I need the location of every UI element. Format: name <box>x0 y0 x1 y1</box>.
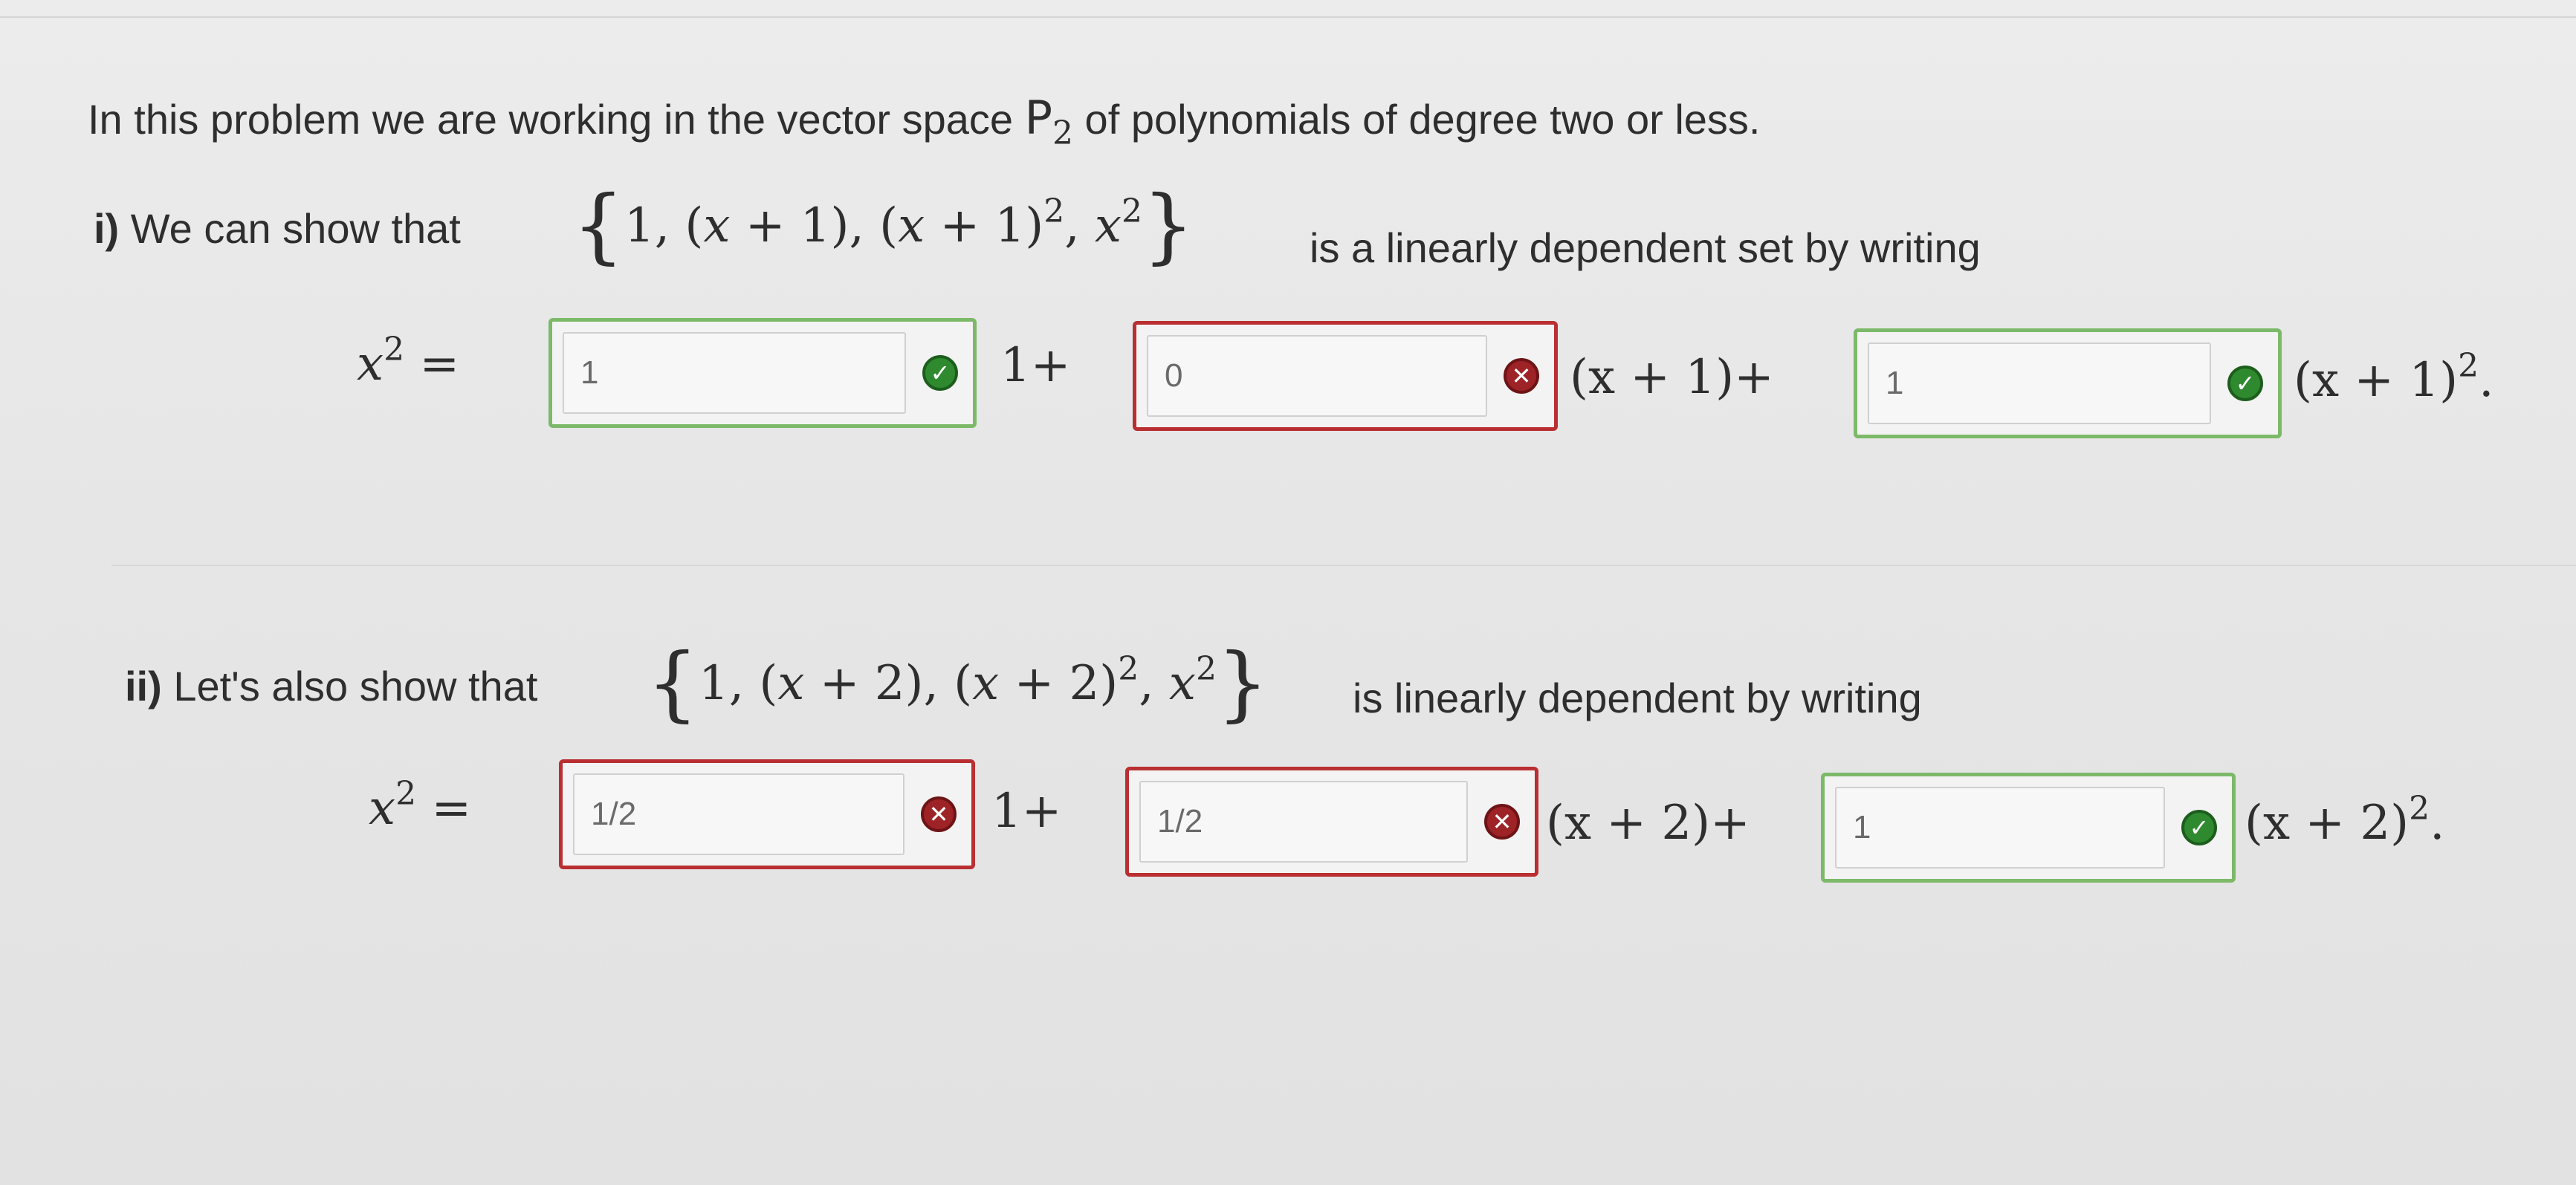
set-elem-text: + 2) <box>999 656 1119 711</box>
part1-set: {1, (x + 1), (x + 1)2, x2} <box>572 184 1194 266</box>
set-elem-text: + 1) <box>925 198 1044 253</box>
section-divider <box>111 565 2576 566</box>
var-x: x <box>703 198 731 253</box>
check-icon: ✓ <box>2181 810 2217 845</box>
part1-lhs: x2 = <box>357 334 459 389</box>
part2-statement: ii) Let's also show that <box>125 666 537 707</box>
part1-coef3-field[interactable]: 1 ✓ <box>1854 328 2282 438</box>
part1-statement: i) We can show that <box>94 208 461 250</box>
term-text: (x + 1) <box>2294 353 2459 408</box>
x-icon: ✕ <box>921 796 957 832</box>
var-x: x <box>1094 198 1122 253</box>
period: . <box>2430 796 2445 851</box>
space-subscript: 2 <box>1052 114 1073 152</box>
part2-set: {1, (x + 2), (x + 2)2, x2} <box>647 642 1269 724</box>
var-x: x <box>777 656 805 711</box>
intro-prefix: In this problem we are working in the ve… <box>88 96 1025 143</box>
part1-coef2-input[interactable]: 0 <box>1147 335 1487 417</box>
part1-coef1-field[interactable]: 1 ✓ <box>548 318 977 428</box>
lhs-var: x <box>357 337 384 392</box>
top-rule <box>0 16 2576 18</box>
intro-suffix: of polynomials of degree two or less. <box>1073 96 1761 143</box>
space-symbol: P2 <box>1024 91 1073 150</box>
lhs-exponent: 2 <box>384 331 405 369</box>
part2-term2: (x + 2)+ <box>1546 796 1750 851</box>
part2-coef1-input[interactable]: 1/2 <box>573 773 904 855</box>
equals-sign: = <box>419 337 460 392</box>
part1-coef3-input[interactable]: 1 <box>1868 342 2211 424</box>
part2-text-before: Let's also show that <box>161 663 538 710</box>
var-x: x <box>972 656 1000 711</box>
part2-lhs: x2 = <box>369 778 471 833</box>
part2-text-after: is linearly dependent by writing <box>1353 675 1922 721</box>
period: . <box>2479 353 2494 408</box>
part1-term1: 1+ <box>1000 338 1071 393</box>
part1-text-before: We can show that <box>119 205 461 252</box>
exponent: 2 <box>2409 790 2430 828</box>
lhs-var: x <box>369 781 396 836</box>
part2-label: ii) <box>125 663 162 710</box>
part2-term1: 1+ <box>991 784 1062 839</box>
exponent: 2 <box>2458 347 2479 385</box>
set-elem-text: + 2), ( <box>804 656 973 711</box>
part2-coef3-field[interactable]: 1 ✓ <box>1821 773 2236 883</box>
exponent: 2 <box>1196 650 1217 688</box>
part2-term3: (x + 2)2. <box>2245 793 2444 848</box>
check-icon: ✓ <box>922 355 958 391</box>
part1-label: i) <box>94 205 120 252</box>
exponent: 2 <box>1122 192 1142 230</box>
set-close-brace: } <box>1142 178 1194 273</box>
exponent: 2 <box>1118 650 1139 688</box>
part2-coef2-input[interactable]: 1/2 <box>1139 781 1468 863</box>
part2-coef1-field[interactable]: 1/2 ✕ <box>559 759 975 869</box>
part1-text-after: is a linearly dependent set by writing <box>1310 224 1981 271</box>
equals-sign: = <box>431 781 472 836</box>
var-x: x <box>1168 656 1196 711</box>
intro-text: In this problem we are working in the ve… <box>88 95 1761 150</box>
part1-coef1-input[interactable]: 1 <box>563 332 906 414</box>
space-letter: P <box>1024 91 1052 145</box>
lhs-exponent: 2 <box>395 775 417 813</box>
part1-term2: (x + 1)+ <box>1570 350 1774 405</box>
part2-coef2-field[interactable]: 1/2 ✕ <box>1125 767 1538 877</box>
set-open-brace: { <box>572 178 624 273</box>
set-elem-text: 1, ( <box>624 198 704 253</box>
x-icon: ✕ <box>1484 804 1520 840</box>
part1-term3: (x + 1)2. <box>2294 350 2494 405</box>
set-elem-text: + 1), ( <box>730 198 899 253</box>
set-comma: , <box>1064 198 1095 253</box>
term-text: (x + 2) <box>2245 796 2410 851</box>
exponent: 2 <box>1043 192 1065 230</box>
part1-coef2-field[interactable]: 0 ✕ <box>1133 321 1558 431</box>
part2-coef3-input[interactable]: 1 <box>1835 787 2165 869</box>
set-comma: , <box>1139 656 1169 711</box>
check-icon: ✓ <box>2227 366 2263 401</box>
var-x: x <box>898 198 925 253</box>
set-elem-text: 1, ( <box>699 656 778 711</box>
x-icon: ✕ <box>1504 358 1539 394</box>
set-open-brace: { <box>647 635 699 730</box>
set-close-brace: } <box>1217 635 1269 730</box>
